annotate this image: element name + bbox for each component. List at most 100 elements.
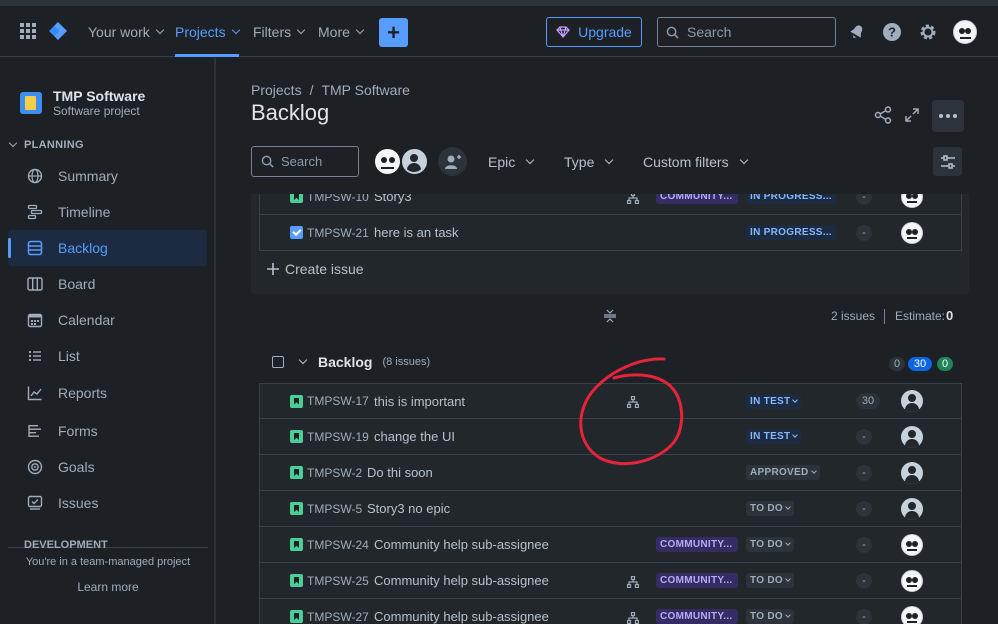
issue-row[interactable]: TMPSW-10 Story3 COMMUNITY... IN PROGRESS...… bbox=[259, 194, 962, 215]
story-points-estimate[interactable]: - bbox=[856, 224, 872, 241]
custom-filters-dropdown[interactable]: Custom filters bbox=[643, 146, 748, 177]
assignee-avatar[interactable] bbox=[901, 221, 923, 244]
issue-summary[interactable]: Story3 no epic bbox=[367, 501, 450, 516]
unassigned-avatar[interactable] bbox=[901, 461, 923, 484]
user-avatar[interactable] bbox=[953, 20, 977, 44]
add-people-button[interactable] bbox=[438, 147, 467, 176]
issue-summary[interactable]: change the UI bbox=[374, 429, 455, 444]
sidebar-item-issues[interactable]: Issues bbox=[8, 485, 207, 521]
issue-row[interactable]: TMPSW-5 Story3 no epic TO DO - bbox=[259, 491, 962, 527]
view-settings-button[interactable] bbox=[933, 147, 962, 176]
epic-lozenge[interactable]: COMMUNITY... bbox=[656, 194, 738, 204]
sidebar-item-list[interactable]: List bbox=[8, 338, 207, 374]
learn-more-link[interactable]: Learn more bbox=[0, 580, 216, 594]
issue-key[interactable]: TMPSW-10 bbox=[307, 194, 369, 204]
sidebar-item-goals[interactable]: Goals bbox=[8, 449, 207, 485]
unassigned-avatar[interactable] bbox=[901, 497, 923, 520]
backlog-search-input[interactable]: Search bbox=[251, 146, 359, 177]
child-issues-icon[interactable] bbox=[626, 194, 640, 204]
story-points-estimate[interactable]: - bbox=[856, 572, 872, 589]
assignee-filter-person[interactable] bbox=[400, 147, 429, 176]
issue-summary[interactable]: Community help sub-assignee bbox=[374, 573, 549, 588]
chevron-down-icon[interactable] bbox=[298, 355, 308, 365]
issue-row[interactable]: TMPSW-21 here is an task IN PROGRESS... - bbox=[259, 215, 962, 251]
story-points-estimate[interactable]: 30 bbox=[856, 393, 880, 409]
issue-row[interactable]: TMPSW-24 Community help sub-assignee COMMU… bbox=[259, 527, 962, 563]
type-filter-dropdown[interactable]: Type bbox=[564, 146, 614, 177]
sidebar-item-backlog[interactable]: Backlog bbox=[8, 230, 207, 266]
status-dropdown[interactable]: TO DO bbox=[746, 573, 794, 588]
nav-filters[interactable]: Filters bbox=[253, 6, 306, 57]
sidebar-item-forms[interactable]: Forms bbox=[8, 413, 207, 449]
issue-summary[interactable]: this is important bbox=[374, 394, 465, 409]
story-points-estimate[interactable]: - bbox=[856, 194, 872, 205]
sidebar-item-summary[interactable]: Summary bbox=[8, 158, 207, 194]
status-dropdown[interactable]: IN PROGRESS... bbox=[746, 225, 836, 240]
story-points-estimate[interactable]: - bbox=[856, 536, 872, 553]
epic-filter-dropdown[interactable]: Epic bbox=[488, 146, 535, 177]
issue-row[interactable]: TMPSW-27 Community help sub-assignee COMMU… bbox=[259, 599, 962, 624]
nav-projects[interactable]: Projects bbox=[175, 6, 240, 57]
unassigned-avatar[interactable] bbox=[901, 390, 923, 412]
issue-key[interactable]: TMPSW-27 bbox=[307, 610, 369, 624]
assignee-avatar[interactable] bbox=[901, 194, 923, 208]
breadcrumb-project[interactable]: TMP Software bbox=[321, 82, 409, 98]
fullscreen-icon[interactable] bbox=[900, 103, 924, 127]
issue-key[interactable]: TMPSW-21 bbox=[307, 226, 369, 240]
issue-key[interactable]: TMPSW-5 bbox=[307, 502, 362, 516]
story-points-estimate[interactable]: - bbox=[856, 500, 872, 517]
share-icon[interactable] bbox=[871, 103, 895, 127]
story-points-estimate[interactable]: - bbox=[856, 464, 872, 481]
issue-summary[interactable]: Community help sub-assignee bbox=[374, 537, 549, 552]
backlog-select-checkbox[interactable] bbox=[272, 356, 284, 368]
assignee-avatar[interactable] bbox=[901, 569, 923, 592]
status-dropdown[interactable]: TO DO bbox=[746, 609, 794, 624]
breadcrumb-projects[interactable]: Projects bbox=[251, 82, 302, 98]
child-issues-icon[interactable] bbox=[626, 611, 640, 624]
issue-key[interactable]: TMPSW-2 bbox=[307, 466, 362, 480]
nav-more[interactable]: More bbox=[318, 6, 365, 57]
resize-handle-icon[interactable] bbox=[602, 308, 618, 324]
global-search-input[interactable]: Search bbox=[657, 17, 836, 47]
create-button[interactable]: + bbox=[379, 18, 408, 47]
sidebar-item-board[interactable]: Board bbox=[8, 266, 207, 302]
story-points-estimate[interactable]: - bbox=[856, 608, 872, 624]
issue-row[interactable]: TMPSW-25 Community help sub-assignee COMMU… bbox=[259, 563, 962, 599]
more-actions-button[interactable] bbox=[932, 100, 964, 132]
epic-lozenge[interactable]: COMMUNITY... bbox=[656, 537, 738, 552]
nav-your-work[interactable]: Your work bbox=[88, 6, 164, 57]
planning-section-toggle[interactable]: PLANNING bbox=[8, 138, 84, 151]
epic-lozenge[interactable]: COMMUNITY... bbox=[656, 609, 738, 624]
status-dropdown[interactable]: APPROVED bbox=[746, 465, 820, 480]
status-dropdown[interactable]: TO DO bbox=[746, 501, 794, 516]
issue-summary[interactable]: Story3 bbox=[374, 194, 412, 204]
sidebar-item-timeline[interactable]: Timeline bbox=[8, 194, 207, 230]
assignee-filter-face[interactable] bbox=[373, 147, 402, 176]
help-icon[interactable]: ? bbox=[880, 20, 904, 44]
notifications-icon[interactable] bbox=[845, 20, 869, 44]
issue-summary[interactable]: here is an task bbox=[374, 225, 459, 240]
assignee-avatar[interactable] bbox=[901, 605, 923, 624]
child-issues-icon[interactable] bbox=[626, 575, 640, 588]
sidebar-item-calendar[interactable]: Calendar bbox=[8, 302, 207, 338]
issue-summary[interactable]: Do thi soon bbox=[367, 465, 433, 480]
status-dropdown[interactable]: TO DO bbox=[746, 537, 794, 552]
issue-key[interactable]: TMPSW-17 bbox=[307, 394, 369, 408]
unassigned-avatar[interactable] bbox=[901, 425, 923, 448]
create-issue-button[interactable]: Create issue bbox=[267, 261, 364, 277]
project-header[interactable]: TMP Software Software project bbox=[20, 88, 145, 118]
jira-logo-icon[interactable] bbox=[46, 19, 70, 43]
sidebar-item-reports[interactable]: Reports bbox=[8, 375, 207, 411]
status-dropdown[interactable]: IN TEST bbox=[746, 429, 802, 444]
issue-key[interactable]: TMPSW-24 bbox=[307, 538, 369, 552]
story-points-estimate[interactable]: - bbox=[856, 428, 872, 445]
app-switcher-icon[interactable] bbox=[16, 19, 40, 43]
settings-gear-icon[interactable] bbox=[916, 20, 940, 44]
upgrade-button[interactable]: Upgrade bbox=[546, 17, 642, 47]
status-dropdown[interactable]: IN PROGRESS... bbox=[746, 194, 836, 204]
epic-lozenge[interactable]: COMMUNITY... bbox=[656, 573, 738, 588]
issue-summary[interactable]: Community help sub-assignee bbox=[374, 609, 549, 624]
assignee-avatar[interactable] bbox=[901, 533, 923, 556]
issue-key[interactable]: TMPSW-25 bbox=[307, 574, 369, 588]
issue-key[interactable]: TMPSW-19 bbox=[307, 430, 369, 444]
